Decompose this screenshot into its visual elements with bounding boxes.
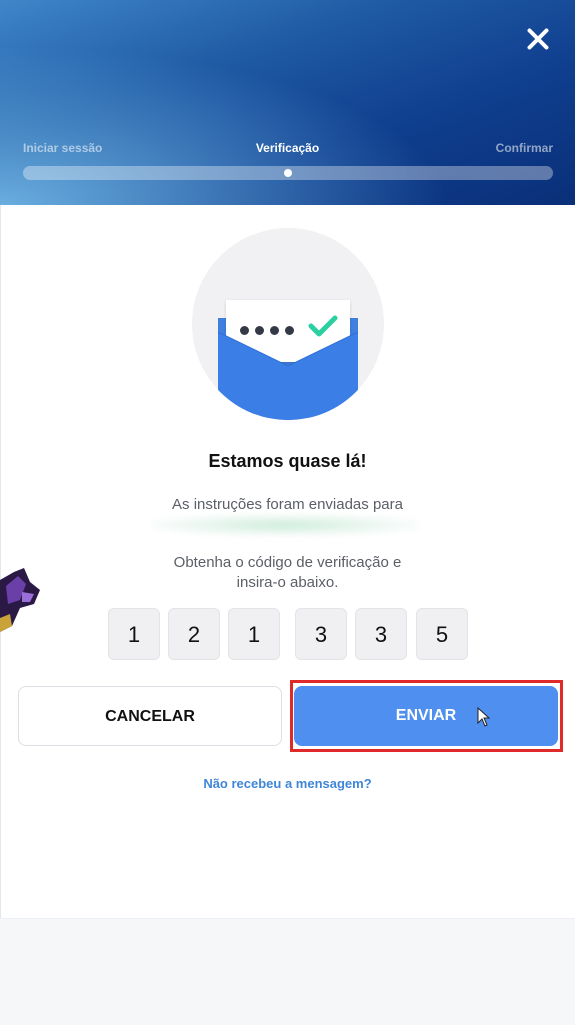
mouse-cursor-icon	[477, 707, 491, 727]
code-digit-input[interactable]: 3	[355, 608, 407, 660]
instructions-text: As instruções foram enviadas para	[172, 496, 403, 513]
code-digit-input[interactable]: 1	[228, 608, 280, 660]
code-prompt-line-1: Obtenha o código de verificação e	[173, 554, 402, 571]
redacted-email	[150, 514, 420, 536]
code-digit-input[interactable]: 1	[108, 608, 160, 660]
progress-indicator	[284, 169, 292, 177]
code-digit-input[interactable]: 3	[295, 608, 347, 660]
code-prompt-line-2: insira-o abaixo.	[236, 574, 339, 591]
bottom-strip	[0, 918, 575, 1025]
step-confirm: Confirmar	[495, 141, 553, 155]
code-digit-input[interactable]: 5	[416, 608, 468, 660]
code-prompt: Obtenha o código de verificação e insira…	[0, 553, 575, 593]
code-digit-input[interactable]: 2	[168, 608, 220, 660]
envelope-illustration	[192, 228, 384, 420]
send-button-highlight	[290, 680, 563, 752]
step-verification: Verificação	[255, 141, 320, 155]
resend-link[interactable]: Não recebeu a mensagem?	[0, 776, 575, 791]
close-icon[interactable]	[521, 22, 555, 56]
envelope-front	[218, 332, 358, 420]
cancel-button[interactable]: CANCELAR	[18, 686, 282, 746]
page-title: Estamos quase lá!	[208, 451, 367, 471]
progress-bar	[23, 166, 553, 180]
